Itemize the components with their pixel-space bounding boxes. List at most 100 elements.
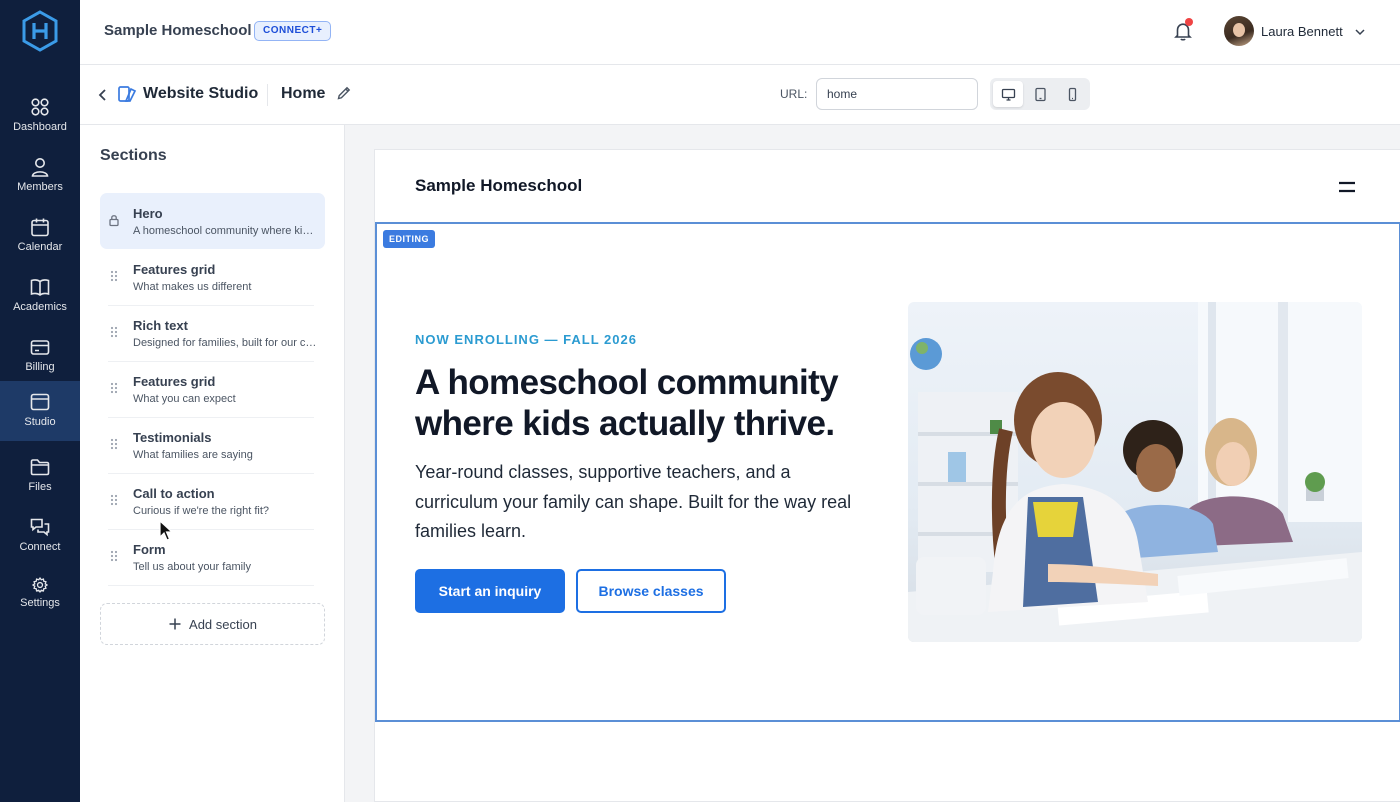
nav-label: Calendar <box>17 241 63 253</box>
nav-item-dashboard[interactable]: Dashboard <box>0 88 80 146</box>
website-studio-icon <box>118 86 137 102</box>
organization-name: Sample Homeschool <box>104 22 252 39</box>
section-divider <box>108 585 314 586</box>
section-name: Testimonials <box>133 430 212 445</box>
page-preview: Sample Homeschool EDITING NOW ENROLLING … <box>374 149 1400 802</box>
nav-label: Academics <box>13 301 67 313</box>
url-slug-input[interactable] <box>816 78 978 110</box>
hero-eyebrow[interactable]: NOW ENROLLING — FALL 2026 <box>415 332 637 347</box>
preview-brand[interactable]: Sample Homeschool <box>415 176 582 196</box>
nav-label: Connect <box>19 541 61 553</box>
top-bar: Sample Homeschool CONNECT+ Laura Bennett <box>80 0 1400 65</box>
mobile-icon <box>1068 87 1076 101</box>
section-name: Hero <box>133 206 163 221</box>
section-description: What makes us different <box>133 281 252 293</box>
desktop-icon <box>1001 88 1015 101</box>
grid-icon <box>31 98 49 116</box>
studio-title: Website Studio <box>143 85 259 102</box>
app-logo-icon[interactable] <box>21 10 59 52</box>
nav-label: Settings <box>20 597 60 609</box>
nav-label: Studio <box>24 416 56 428</box>
chevron-down-icon[interactable] <box>1354 26 1366 38</box>
hamburger-menu-icon[interactable] <box>1338 180 1356 194</box>
section-name: Features grid <box>133 262 216 277</box>
left-navigation: Dashboard Members Calendar Academics Bil… <box>0 0 80 802</box>
section-name: Features grid <box>133 374 216 389</box>
section-item-call-to-action[interactable]: Call to action Curious if we're the righ… <box>100 473 325 529</box>
device-toggle-group <box>990 78 1090 110</box>
nav-item-members[interactable]: Members <box>0 148 80 206</box>
toolbar-divider <box>267 84 268 106</box>
mouse-cursor-icon <box>159 520 174 541</box>
section-item-features-grid[interactable]: Features grid What makes us different <box>100 249 325 305</box>
tablet-icon <box>1034 87 1046 101</box>
section-item-testimonials[interactable]: Testimonials What families are saying <box>100 417 325 473</box>
nav-item-academics[interactable]: Academics <box>0 268 80 326</box>
sections-title: Sections <box>100 147 167 164</box>
plan-badge: CONNECT+ <box>254 21 332 41</box>
drag-handle-icon[interactable] <box>107 549 121 563</box>
section-description: Curious if we're the right fit? <box>133 505 269 517</box>
hero-image[interactable] <box>908 302 1362 642</box>
browser-icon <box>30 393 50 411</box>
gear-icon <box>31 576 49 594</box>
nav-label: Files <box>28 481 52 493</box>
user-icon <box>31 158 49 177</box>
hero-body[interactable]: Year-round classes, supportive teachers,… <box>415 458 875 547</box>
user-name[interactable]: Laura Bennett <box>1261 24 1343 39</box>
drag-handle-icon[interactable] <box>107 325 121 339</box>
drag-handle-icon[interactable] <box>107 493 121 507</box>
hero-heading[interactable]: A homeschool community where kids actual… <box>415 362 885 444</box>
section-description: What families are saying <box>133 449 253 461</box>
browse-classes-button[interactable]: Browse classes <box>576 569 726 613</box>
classroom-photo <box>908 302 1362 642</box>
nav-item-connect[interactable]: Connect <box>0 508 80 566</box>
folder-icon <box>30 459 50 476</box>
section-description: A homeschool community where kids actual… <box>133 225 317 237</box>
drag-handle-icon[interactable] <box>107 437 121 451</box>
avatar[interactable] <box>1224 16 1254 46</box>
notification-dot <box>1185 18 1193 26</box>
nav-label: Members <box>17 181 63 193</box>
chat-icon <box>30 518 50 537</box>
page-canvas: Sample Homeschool EDITING NOW ENROLLING … <box>345 125 1400 802</box>
credit-card-icon <box>30 340 50 355</box>
lock-icon <box>109 215 119 227</box>
studio-toolbar: Website Studio Home URL: <box>80 65 1400 125</box>
drag-handle-icon[interactable] <box>107 269 121 283</box>
sections-panel: Sections Hero A homeschool community whe… <box>80 125 345 802</box>
section-name: Call to action <box>133 486 215 501</box>
start-inquiry-button[interactable]: Start an inquiry <box>415 569 565 613</box>
nav-label: Billing <box>25 361 55 373</box>
hero-section[interactable]: EDITING NOW ENROLLING — FALL 2026 A home… <box>375 222 1400 722</box>
nav-item-calendar[interactable]: Calendar <box>0 208 80 266</box>
pencil-icon[interactable] <box>336 85 352 101</box>
section-description: What you can expect <box>133 393 236 405</box>
plus-icon <box>169 618 181 630</box>
page-name: Home <box>281 85 326 102</box>
editing-badge: EDITING <box>383 230 436 248</box>
nav-item-billing[interactable]: Billing <box>0 328 80 386</box>
section-description: Tell us about your family <box>133 561 251 573</box>
drag-handle-icon[interactable] <box>107 381 121 395</box>
nav-item-studio[interactable]: Studio <box>0 381 80 441</box>
section-description: Designed for families, built for our com… <box>133 337 317 349</box>
desktop-view-button[interactable] <box>993 81 1023 107</box>
add-section-button[interactable]: Add section <box>100 603 325 645</box>
section-item-features-grid-2[interactable]: Features grid What you can expect <box>100 361 325 417</box>
nav-label: Dashboard <box>13 121 67 133</box>
book-icon <box>30 279 50 296</box>
url-label: URL: <box>780 87 808 101</box>
add-section-label: Add section <box>189 616 257 632</box>
section-name: Form <box>133 542 166 557</box>
nav-item-settings[interactable]: Settings <box>0 568 80 626</box>
mobile-view-button[interactable] <box>1057 81 1087 107</box>
section-item-hero[interactable]: Hero A homeschool community where kids a… <box>100 193 325 249</box>
section-name: Rich text <box>133 318 188 333</box>
back-chevron-icon[interactable] <box>96 87 110 103</box>
tablet-view-button[interactable] <box>1025 81 1055 107</box>
section-item-form[interactable]: Form Tell us about your family <box>100 529 325 585</box>
section-item-rich-text[interactable]: Rich text Designed for families, built f… <box>100 305 325 361</box>
nav-item-files[interactable]: Files <box>0 448 80 506</box>
calendar-icon <box>31 218 49 237</box>
